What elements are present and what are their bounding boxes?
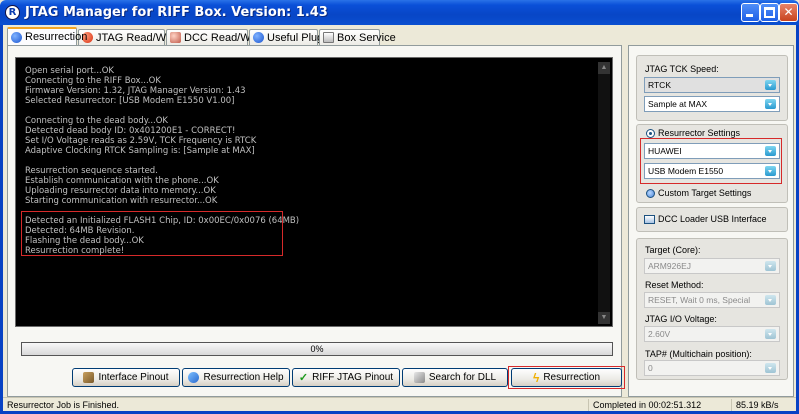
chevron-down-icon xyxy=(765,329,776,339)
log-line: Flashing the dead body...OK xyxy=(25,236,144,246)
reset-method-label: Reset Method: xyxy=(645,280,704,290)
log-line: Detected an Initialized FLASH1 Chip, ID:… xyxy=(25,216,300,226)
button-label: Search for DLL xyxy=(428,372,497,383)
tck-speed-value: RTCK xyxy=(648,80,671,90)
io-voltage-label: JTAG I/O Voltage: xyxy=(645,314,717,324)
sampling-value: Sample at MAX xyxy=(648,99,708,109)
box-icon xyxy=(323,32,334,43)
chevron-down-icon xyxy=(765,99,776,109)
tab-useful-plugins[interactable]: Useful Plugins xyxy=(249,29,337,45)
target-core-select[interactable]: ARM926EJ xyxy=(644,258,780,274)
log-line: Starting communication with resurrector.… xyxy=(25,196,218,206)
scroll-down-icon[interactable]: ▼ xyxy=(598,312,610,324)
log-line: Adaptive Clocking RTCK Sampling is: [Sam… xyxy=(25,146,255,156)
tab-label: Box Service xyxy=(337,31,396,44)
tab-label: Resurrection xyxy=(25,31,88,43)
log-line: Firmware Version: 1.32, JTAG Manager Ver… xyxy=(25,86,246,96)
log-line: Connecting to the RIFF Box...OK xyxy=(25,76,161,86)
close-icon: ✕ xyxy=(783,5,794,19)
dcc-loader-label: DCC Loader USB Interface xyxy=(658,214,767,224)
tck-speed-select[interactable]: RTCK xyxy=(644,77,780,93)
tab-resurrection[interactable]: Resurrection xyxy=(7,27,87,45)
io-voltage-select[interactable]: 2.60V xyxy=(644,326,780,342)
usb-interface-icon[interactable] xyxy=(644,215,655,224)
tck-speed-label: JTAG TCK Speed: xyxy=(645,64,719,74)
close-button[interactable]: ✕ xyxy=(779,3,798,22)
tap-label: TAP# (Multichain position): xyxy=(645,349,752,359)
log-line: Detected dead body ID: 0x401200E1 - CORR… xyxy=(25,126,236,136)
target-core-value: ARM926EJ xyxy=(648,261,691,271)
chevron-down-icon xyxy=(765,295,776,305)
resurrector-settings-radio[interactable] xyxy=(646,129,655,138)
scroll-up-icon[interactable]: ▲ xyxy=(598,62,610,74)
sampling-select[interactable]: Sample at MAX xyxy=(644,96,780,112)
log-line: Resurrection complete! xyxy=(25,246,125,256)
button-label: RIFF JTAG Pinout xyxy=(312,372,394,383)
custom-target-label: Custom Target Settings xyxy=(658,188,752,198)
custom-target-radio[interactable] xyxy=(646,189,655,198)
window-border-left xyxy=(0,25,3,414)
gear-icon xyxy=(170,32,181,43)
resurrector-settings-label: Resurrector Settings xyxy=(658,128,741,138)
log-line: Establish communication with the phone..… xyxy=(25,176,219,186)
reset-method-value: RESET, Wait 0 ms, Special xyxy=(648,295,751,305)
log-line: Selected Resurrector: [USB Modem E1550 V… xyxy=(25,96,235,106)
riff-jtag-pinout-button[interactable]: ✓ RIFF JTAG Pinout xyxy=(292,368,400,387)
title-bar[interactable]: R JTAG Manager for RIFF Box. Version: 1.… xyxy=(0,0,799,25)
check-icon: ✓ xyxy=(298,372,309,384)
info-icon xyxy=(11,31,22,43)
pinout-icon xyxy=(83,372,95,383)
info-icon xyxy=(253,32,264,43)
button-label: Interface Pinout xyxy=(98,372,169,383)
progress-label: 0% xyxy=(310,344,324,354)
maximize-button[interactable] xyxy=(760,3,779,22)
chevron-down-icon xyxy=(765,363,776,373)
status-bar: Resurrector Job is Finished. Completed i… xyxy=(3,397,796,412)
log-lines: Open serial port...OK Connecting to the R… xyxy=(25,66,595,256)
log-line: Resurrection sequence started. xyxy=(25,166,158,176)
app-logo-icon: R xyxy=(5,5,20,20)
reset-method-select[interactable]: RESET, Wait 0 ms, Special xyxy=(644,292,780,308)
chevron-down-icon xyxy=(765,80,776,90)
tab-box-service[interactable]: Box Service xyxy=(319,29,396,45)
log-line: Set I/O Voltage reads as 2.59V, TCK Freq… xyxy=(25,136,257,146)
log-line: Connecting to the dead body...OK xyxy=(25,116,168,126)
maximize-icon xyxy=(764,7,775,18)
help-icon xyxy=(188,372,200,383)
resurrector-highlight-box xyxy=(640,138,782,184)
button-label: Resurrection Help xyxy=(203,372,284,383)
search-icon xyxy=(413,372,425,383)
progress-bar: 0% xyxy=(21,342,613,356)
log-line: Open serial port...OK xyxy=(25,66,114,76)
log-line: Uploading resurrector data into memory..… xyxy=(25,186,216,196)
tap-value: 0 xyxy=(648,363,653,373)
window-title: JTAG Manager for RIFF Box. Version: 1.43 xyxy=(25,5,328,20)
io-voltage-value: 2.60V xyxy=(648,329,671,339)
log-console[interactable]: Open serial port...OK Connecting to the R… xyxy=(15,57,613,327)
interface-pinout-button[interactable]: Interface Pinout xyxy=(72,368,180,387)
console-scrollbar[interactable]: ▲ ▼ xyxy=(598,62,610,324)
target-core-label: Target (Core): xyxy=(645,245,701,255)
resurrection-highlight-box xyxy=(508,366,625,389)
minimize-icon xyxy=(746,14,753,17)
resurrection-help-button[interactable]: Resurrection Help xyxy=(182,368,290,387)
tap-select[interactable]: 0 xyxy=(644,360,780,376)
minimize-button[interactable] xyxy=(741,3,760,22)
chevron-down-icon xyxy=(765,261,776,271)
log-line: Detected: 64MB Revision. xyxy=(25,226,135,236)
search-for-dll-button[interactable]: Search for DLL xyxy=(402,368,508,387)
tab-jtag-read-write[interactable]: JTAG Read/Write xyxy=(78,29,181,45)
tab-dcc-read-write[interactable]: DCC Read/Write xyxy=(166,29,266,45)
